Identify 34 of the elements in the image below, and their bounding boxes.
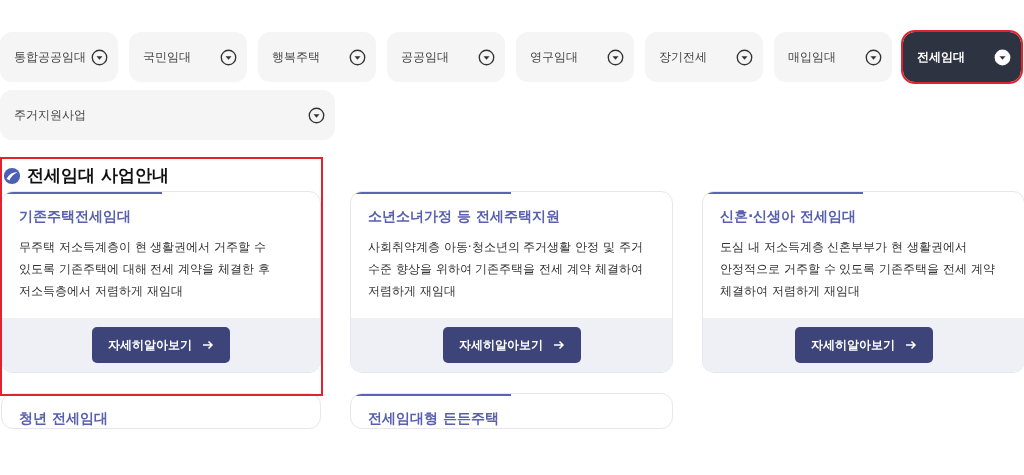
card-description: 사회취약계층 아동·청소년의 주거생활 안정 및 주거 수준 향상을 위하여 기존주택을 전세 계약 체결하여 저렴하게 재임대 (368, 239, 644, 300)
card-title: 소년소녀가정 등 전세주택지원 (367, 207, 561, 226)
category-tab[interactable]: 행복주택 (258, 32, 376, 82)
card-description: 무주택 저소득계층이 현 생활권에서 거주할 수 있도록 기존주택에 대해 전세 계약을 체결한 후 저소득층에서 저렴하게 재임대 (19, 239, 271, 300)
category-tab[interactable]: 전세임대 (903, 32, 1021, 82)
section-title: 전세임대 사업안내 (27, 164, 169, 187)
card-title: 전세임대형 든든주택 (367, 409, 500, 428)
category-tab[interactable]: 국민임대 (129, 32, 247, 82)
arrow-right-icon (202, 339, 214, 351)
arrow-right-icon (552, 339, 565, 351)
dropdown-icon (994, 48, 1011, 66)
dropdown-icon (220, 48, 237, 66)
details-button[interactable]: 자세히알아보기 (92, 327, 230, 363)
card-title: 청년 전세임대 (18, 409, 109, 428)
arrow-right-icon (904, 339, 917, 351)
dropdown-icon (736, 48, 753, 66)
category-tab[interactable]: 영구임대 (516, 32, 634, 82)
dropdown-icon (478, 48, 495, 66)
category-tab[interactable]: 통합공공임대 (0, 32, 118, 82)
card-description: 도심 내 저소득계층 신혼부부가 현 생활권에서 안정적으로 거주할 수 있도록 기존주택을 전세 계약 체결하여 저렴하게 재임대 (720, 239, 996, 300)
card-title: 신혼·신생아 전세임대 (719, 207, 858, 226)
dropdown-icon (349, 48, 366, 66)
category-tab[interactable]: 매입임대 (774, 32, 892, 82)
dropdown-icon (607, 48, 624, 66)
category-tab[interactable]: 주거지원사업 (0, 90, 335, 140)
dropdown-icon (91, 48, 108, 66)
dropdown-icon (865, 48, 882, 66)
dropdown-icon (308, 106, 325, 124)
logo-icon (3, 166, 21, 185)
card-title: 기존주택전세임대 (18, 207, 132, 226)
details-button[interactable]: 자세히알아보기 (442, 327, 581, 363)
details-button[interactable]: 자세히알아보기 (794, 327, 933, 363)
category-tab[interactable]: 장기전세 (645, 32, 763, 82)
category-tab[interactable]: 공공임대 (387, 32, 505, 82)
